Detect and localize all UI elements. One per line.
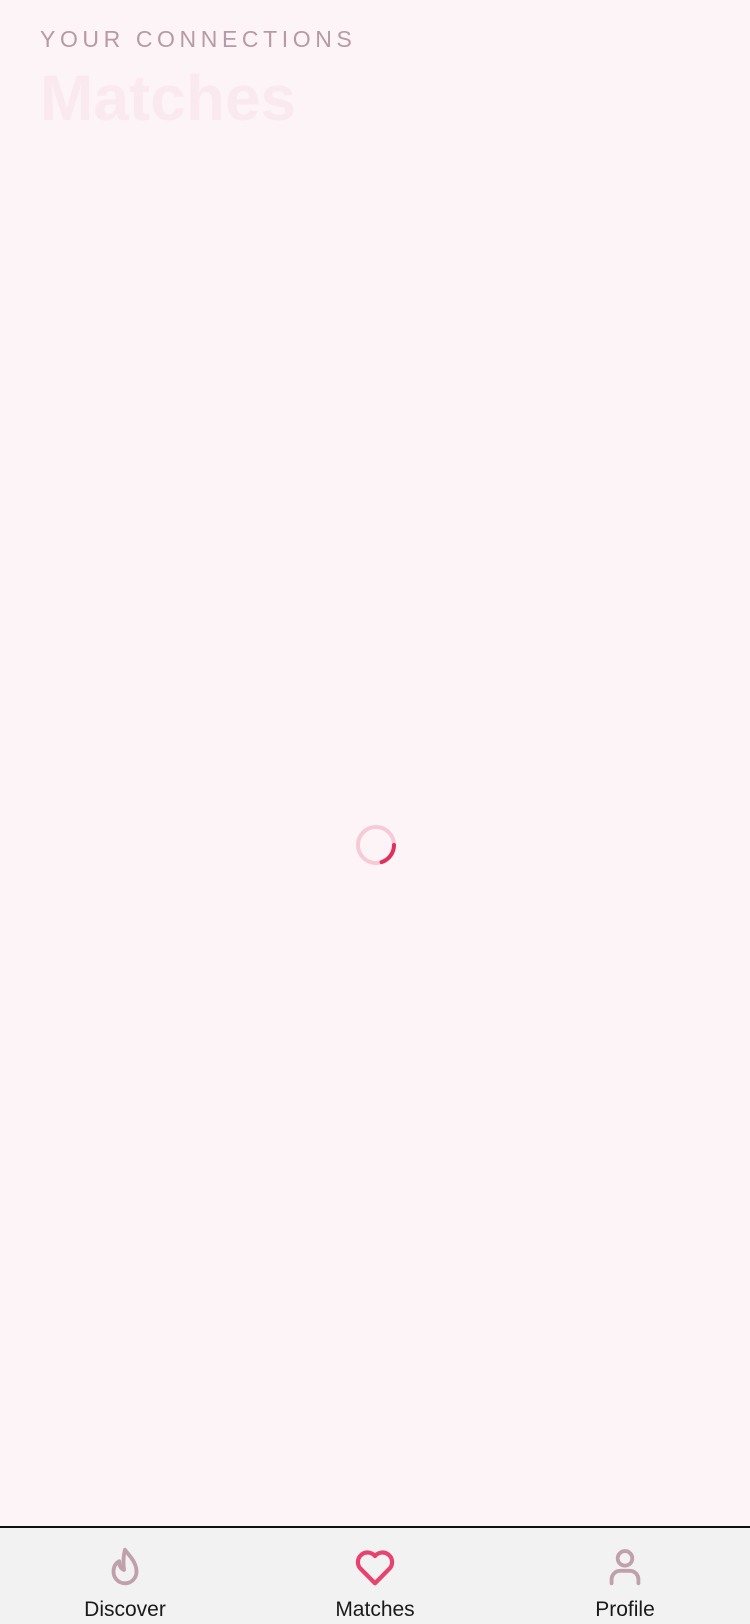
spinner-arc — [379, 843, 396, 865]
flame-icon — [102, 1544, 148, 1590]
page-eyebrow: YOUR CONNECTIONS — [40, 26, 357, 52]
tab-label-discover: Discover — [84, 1598, 166, 1621]
person-icon — [602, 1544, 648, 1590]
tab-matches[interactable]: Matches — [250, 1528, 500, 1624]
tab-discover[interactable]: Discover — [0, 1528, 250, 1624]
tab-profile[interactable]: Profile — [500, 1528, 750, 1624]
page-title: Matches — [40, 62, 297, 134]
tab-label-matches: Matches — [335, 1598, 415, 1621]
tab-label-profile: Profile — [595, 1598, 655, 1621]
page-header: YOUR CONNECTIONS Matches — [40, 24, 356, 138]
loading-spinner-icon — [355, 824, 397, 866]
heart-icon — [352, 1544, 398, 1590]
bottom-tab-bar: Discover Matches Profile — [0, 1526, 750, 1624]
